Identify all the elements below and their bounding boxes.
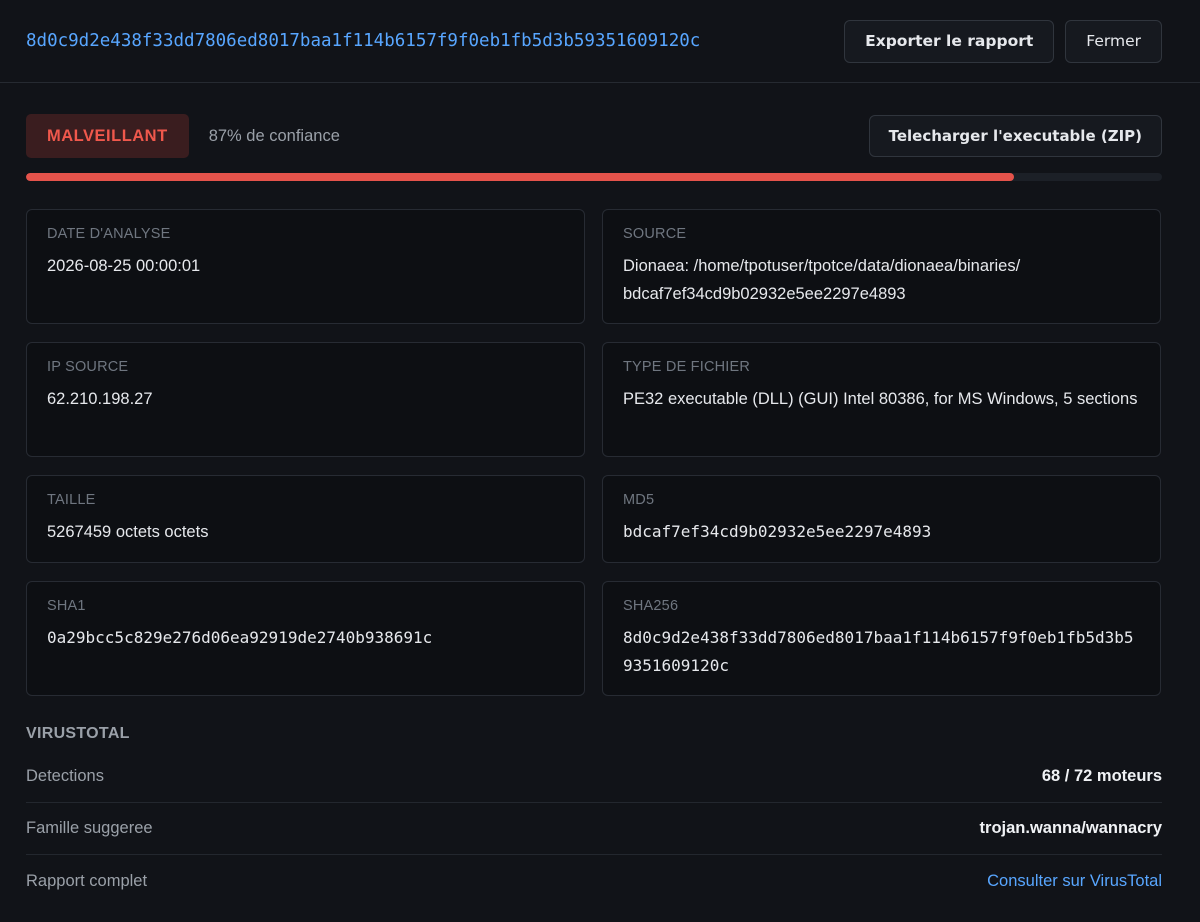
md5-card: MD5 bdcaf7ef34cd9b02932e5ee2297e4893: [602, 475, 1161, 563]
size-card: TAILLE 5267459 octets octets: [26, 475, 585, 563]
report-content: MALVEILLANT 87% de confiance Telecharger…: [0, 83, 1200, 907]
confidence-bar-fill: [26, 173, 1015, 181]
family-row: Famille suggeree trojan.wanna/wannacry: [26, 803, 1162, 855]
verdict-row: MALVEILLANT 87% de confiance Telecharger…: [26, 114, 1162, 158]
sha1-value: 0a29bcc5c829e276d06ea92919de2740b938691c: [47, 628, 433, 647]
sha1-label: SHA1: [47, 598, 86, 614]
virustotal-link[interactable]: Consulter sur VirusTotal: [987, 872, 1162, 891]
sha256-label: SHA256: [623, 598, 679, 614]
source-value: Dionaea: /home/tpotuser/tpotce/data/dion…: [623, 257, 1021, 303]
size-value: 5267459 octets octets: [47, 523, 209, 541]
family-label: Famille suggeree: [26, 819, 153, 837]
virustotal-list: Detections 68 / 72 moteurs Famille sugge…: [26, 751, 1162, 907]
sha1-card: SHA1 0a29bcc5c829e276d06ea92919de2740b93…: [26, 581, 585, 696]
family-value: trojan.wanna/wannacry: [979, 819, 1162, 837]
confidence-text: 87% de confiance: [208, 126, 340, 145]
export-report-button[interactable]: Exporter le rapport: [844, 19, 1055, 63]
full-report-label: Rapport complet: [26, 871, 148, 890]
analysis-date-card: DATE D'ANALYSE 2026-08-25 00:00:01: [26, 209, 585, 324]
source-ip-label: IP SOURCE: [47, 359, 129, 375]
source-ip-value: 62.210.198.27: [47, 390, 153, 408]
source-label: SOURCE: [623, 226, 687, 242]
size-label: TAILLE: [47, 492, 96, 508]
file-type-value: PE32 executable (DLL) (GUI) Intel 80386,…: [623, 390, 1138, 408]
report-header: 8d0c9d2e438f33dd7806ed8017baa1f114b6157f…: [0, 0, 1200, 83]
full-report-row: Rapport complet Consulter sur VirusTotal: [26, 855, 1162, 907]
detections-value: 68 / 72 moteurs: [1041, 767, 1162, 785]
download-executable-button[interactable]: Telecharger l'executable (ZIP): [868, 115, 1162, 157]
close-button[interactable]: Fermer: [1065, 19, 1162, 63]
file-type-card: TYPE DE FICHIER PE32 executable (DLL) (G…: [602, 342, 1161, 457]
analysis-date-label: DATE D'ANALYSE: [47, 226, 171, 242]
sha256-card: SHA256 8d0c9d2e438f33dd7806ed8017baa1f11…: [602, 581, 1161, 696]
report-title-hash: 8d0c9d2e438f33dd7806ed8017baa1f114b6157f…: [26, 31, 701, 51]
detections-row: Detections 68 / 72 moteurs: [26, 751, 1162, 803]
sha256-value: 8d0c9d2e438f33dd7806ed8017baa1f114b6157f…: [623, 628, 1134, 675]
analysis-date-value: 2026-08-25 00:00:01: [47, 257, 201, 275]
confidence-bar: [26, 173, 1162, 181]
virustotal-section-title: VIRUSTOTAL: [26, 725, 130, 742]
md5-value: bdcaf7ef34cd9b02932e5ee2297e4893: [623, 522, 932, 541]
verdict-badge: MALVEILLANT: [26, 114, 189, 158]
details-grid: DATE D'ANALYSE 2026-08-25 00:00:01 SOURC…: [26, 209, 1162, 714]
file-type-label: TYPE DE FICHIER: [623, 359, 751, 375]
source-card: SOURCE Dionaea: /home/tpotuser/tpotce/da…: [602, 209, 1161, 324]
source-ip-card: IP SOURCE 62.210.198.27: [26, 342, 585, 457]
detections-label: Detections: [26, 767, 104, 785]
verdict-summary: MALVEILLANT 87% de confiance: [26, 114, 340, 158]
header-actions: Exporter le rapport Fermer: [844, 19, 1162, 63]
md5-label: MD5: [623, 492, 655, 508]
